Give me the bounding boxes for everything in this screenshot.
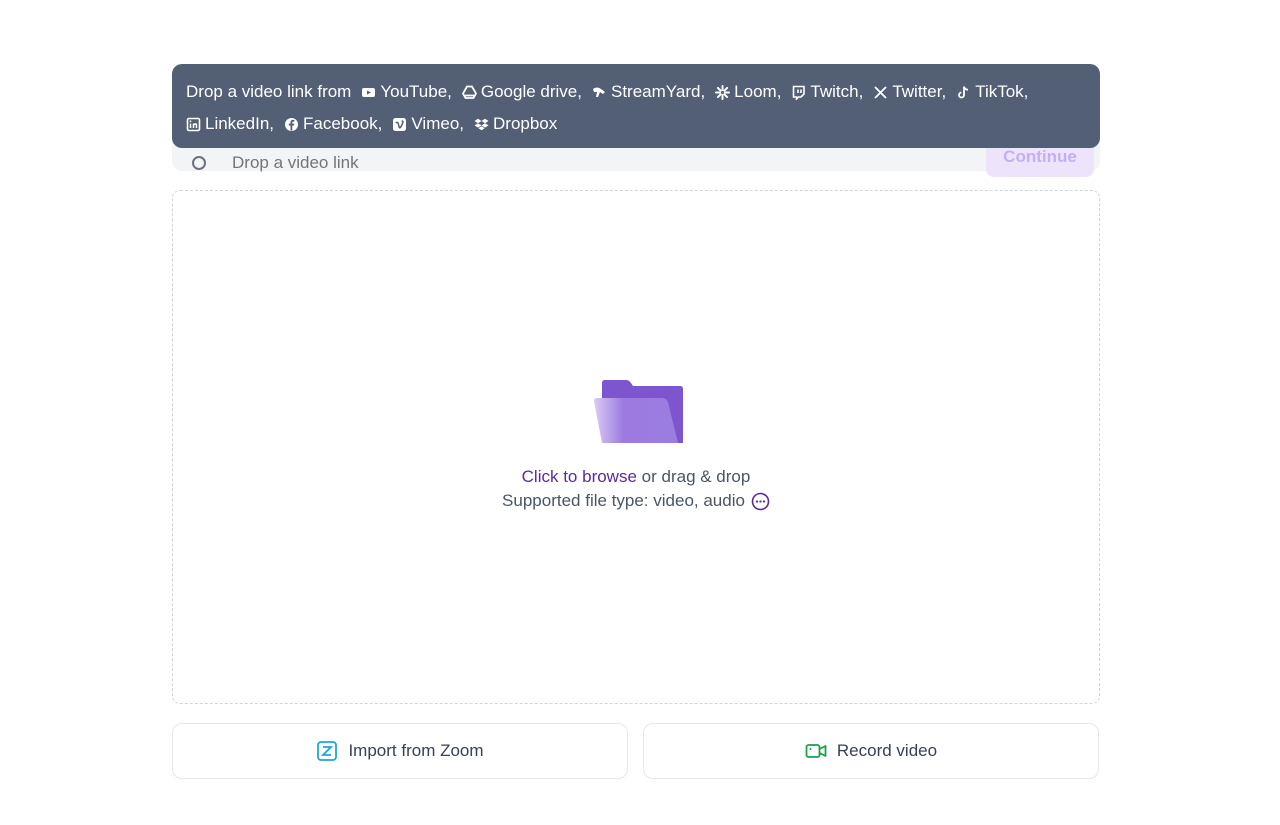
- source-loom: Loom,: [715, 76, 781, 108]
- supported-types-line: Supported file type: video, audio: [173, 491, 1099, 511]
- link-icon: [190, 154, 208, 172]
- dropbox-icon: [474, 117, 489, 132]
- record-video-label: Record video: [836, 741, 938, 760]
- more-options-icon[interactable]: [751, 492, 770, 511]
- source-label: LinkedIn,: [205, 114, 274, 133]
- source-vimeo: Vimeo,: [392, 108, 464, 140]
- tooltip-line-2: LinkedIn, Facebook, Vimeo, Dropbox: [186, 108, 1086, 140]
- source-label: Dropbox: [493, 114, 558, 133]
- supported-sources-tooltip: Drop a video link from YouTube, Google d…: [172, 64, 1100, 148]
- source-dropbox: Dropbox: [474, 108, 557, 140]
- source-streamyard: StreamYard,: [592, 76, 705, 108]
- zoom-icon: [316, 740, 338, 762]
- record-video-button[interactable]: Record video: [643, 723, 1099, 779]
- source-linkedin: LinkedIn,: [186, 108, 274, 140]
- import-from-zoom-label: Import from Zoom: [348, 741, 484, 760]
- source-label: Facebook,: [303, 114, 383, 133]
- twitter-x-icon: [873, 85, 888, 100]
- source-youtube: YouTube,: [361, 76, 452, 108]
- source-label: TikTok,: [975, 82, 1029, 101]
- browse-line: Click to browse or drag & drop: [173, 467, 1099, 487]
- source-label: Loom,: [734, 82, 782, 101]
- facebook-icon: [284, 117, 299, 132]
- source-label: Google drive,: [480, 82, 582, 101]
- source-label: Vimeo,: [411, 114, 464, 133]
- import-from-zoom-button[interactable]: Import from Zoom: [172, 723, 628, 779]
- linkedin-icon: [186, 117, 201, 132]
- source-twitch: Twitch,: [791, 76, 863, 108]
- source-label: YouTube,: [380, 82, 452, 101]
- loom-icon: [715, 84, 731, 100]
- twitch-icon: [791, 85, 806, 100]
- vimeo-icon: [392, 117, 407, 132]
- tiktok-icon: [956, 85, 971, 100]
- drag-drop-text: or drag & drop: [641, 467, 751, 486]
- video-camera-icon: [805, 740, 827, 762]
- streamyard-icon: [592, 85, 607, 100]
- upload-panel: Continue Drop a video link from YouTube,…: [172, 0, 1100, 825]
- youtube-icon: [361, 85, 376, 100]
- supported-types-text: Supported file type: video, audio: [502, 491, 745, 510]
- source-label: Twitter,: [892, 82, 947, 101]
- source-twitter: Twitter,: [873, 76, 946, 108]
- click-to-browse-link[interactable]: Click to browse: [522, 467, 637, 486]
- google-drive-icon: [461, 85, 477, 100]
- source-tiktok: TikTok,: [956, 76, 1028, 108]
- source-label: StreamYard,: [611, 82, 706, 101]
- tooltip-lead-text: Drop a video link from: [186, 82, 352, 101]
- tooltip-line-1: Drop a video link from YouTube, Google d…: [186, 76, 1086, 108]
- source-label: Twitch,: [810, 82, 864, 101]
- source-google-drive: Google drive,: [461, 76, 582, 108]
- folder-icon: [594, 380, 683, 443]
- source-facebook: Facebook,: [284, 108, 382, 140]
- file-dropzone[interactable]: Click to browse or drag & drop Supported…: [172, 190, 1100, 704]
